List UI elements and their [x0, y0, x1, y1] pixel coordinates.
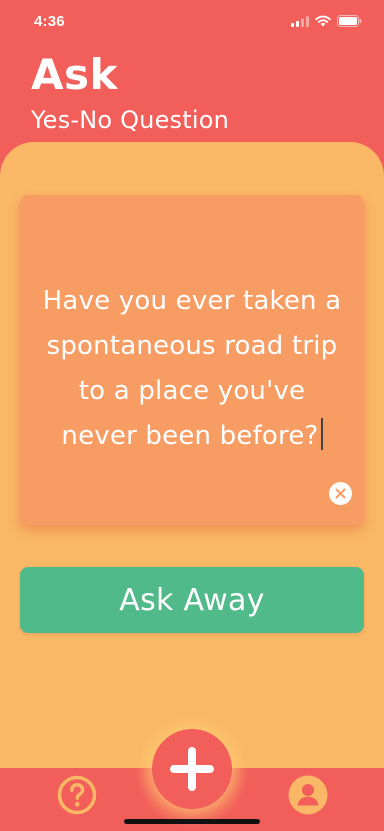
status-icons [291, 15, 362, 27]
battery-icon [337, 15, 362, 27]
text-caret [320, 418, 323, 450]
signal-icon [291, 15, 309, 27]
question-card[interactable]: Have you ever taken a spontaneous road t… [19, 195, 365, 525]
plus-icon [170, 747, 214, 791]
status-time: 4:36 [34, 13, 65, 30]
user-icon[interactable] [288, 775, 328, 815]
add-button[interactable] [152, 729, 232, 809]
page-title: Ask [31, 50, 118, 99]
page-subtitle: Yes-No Question [31, 106, 230, 134]
clear-button[interactable] [329, 482, 352, 505]
ask-away-button[interactable]: Ask Away [20, 567, 364, 633]
question-mark-icon[interactable] [57, 775, 97, 815]
ask-screen: 4:36 Ask Yes-No Question Have you ever t… [0, 0, 384, 831]
wifi-icon [315, 15, 331, 27]
question-input[interactable]: Have you ever taken a spontaneous road t… [39, 279, 345, 459]
ask-away-label: Ask Away [119, 582, 265, 618]
close-icon [335, 488, 346, 499]
question-text: Have you ever taken a spontaneous road t… [42, 286, 342, 451]
home-indicator [124, 819, 260, 824]
status-bar: 4:36 [0, 0, 384, 46]
